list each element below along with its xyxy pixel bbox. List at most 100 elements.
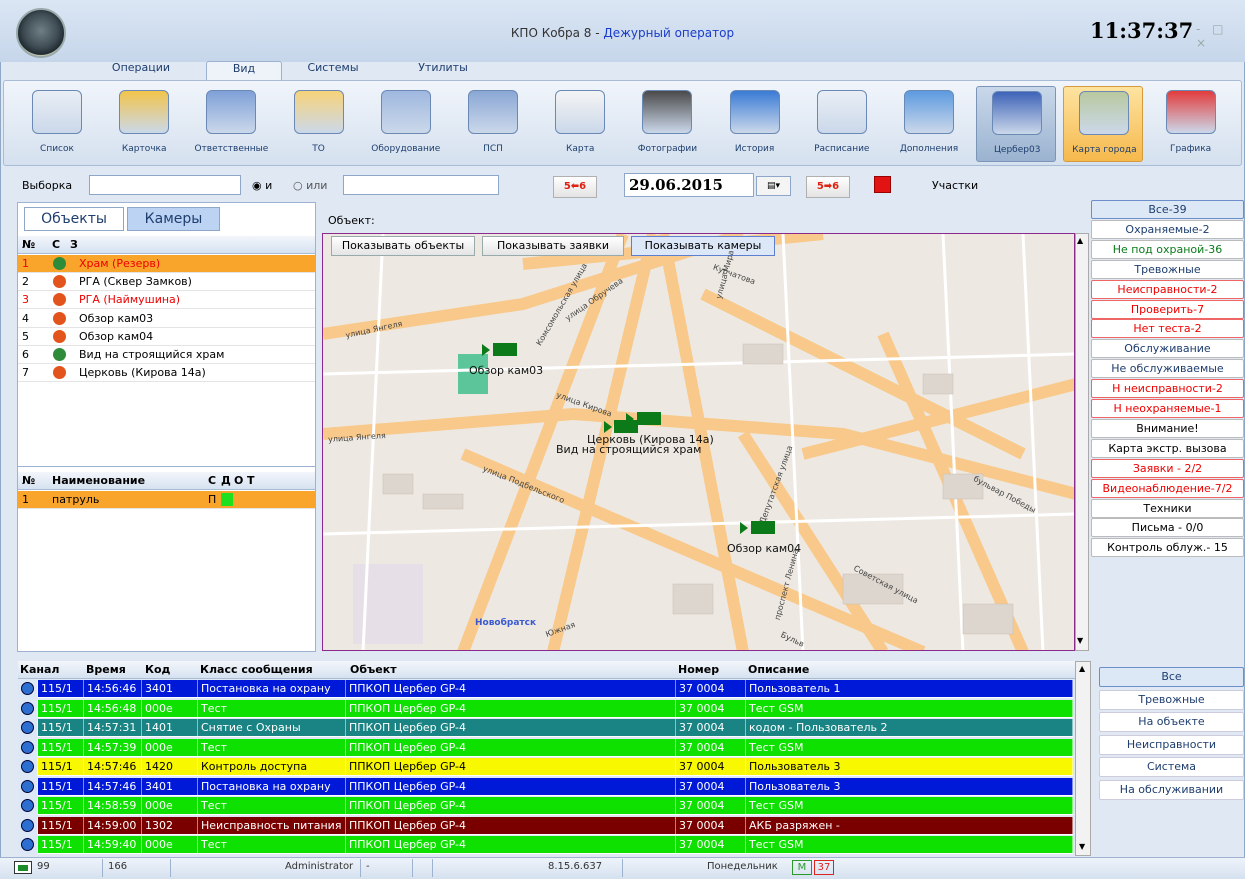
event-t: 14:58:59 [84,797,142,815]
date-field[interactable]: 29.06.2015 [624,173,754,197]
ribbon-button-11[interactable]: Цербер03 [976,86,1057,162]
ribbon-button-6[interactable]: Карта [540,86,620,162]
event-t: 14:59:00 [84,816,142,835]
shift-forward-button[interactable]: 5➡6 [806,176,850,198]
ribbon-button-13[interactable]: Графика [1151,86,1231,162]
filter-category[interactable]: Охраняемые-2 [1091,219,1244,239]
show-cameras-button[interactable]: Показывать камеры [631,236,775,256]
filter-category[interactable]: Н неисправности-2 [1091,379,1244,399]
ribbon-label: Карта [565,144,595,154]
map-scrollbar[interactable]: ▲ ▼ [1075,233,1089,651]
scroll-up-icon[interactable]: ▲ [1079,664,1085,673]
event-num: 37 0004 [676,719,746,737]
object-row[interactable]: 5 Обзор кам04 [18,328,315,346]
ribbon-button-3[interactable]: ТО [279,86,359,162]
event-filter-button[interactable]: Неисправности [1099,734,1244,755]
event-row[interactable]: 115/1 14:57:46 3401 Постановка на охрану ППК… [18,777,1073,796]
events-scrollbar[interactable]: ▲ ▼ [1075,661,1091,856]
scroll-down-icon[interactable]: ▼ [1077,636,1083,645]
show-requests-button[interactable]: Показывать заявки [482,236,624,256]
event-filter-button[interactable]: Все [1099,667,1244,687]
event-row[interactable]: 115/1 14:56:48 000e Тест ППКОП Цербер GP-4 37… [18,699,1073,718]
row-num: 7 [22,366,29,380]
ribbon-button-8[interactable]: История [715,86,795,162]
ribbon-button-5[interactable]: ПСП [453,86,533,162]
calendar-dropdown-icon[interactable]: ▤▾ [756,176,791,196]
tab-cameras[interactable]: Камеры [127,207,220,231]
scroll-down-icon[interactable]: ▼ [1079,842,1085,851]
camera-marker[interactable] [493,343,517,356]
event-filter-button[interactable]: Тревожные [1099,689,1244,710]
event-obj: ППКОП Цербер GP-4 [346,777,676,796]
ribbon-button-9[interactable]: Расписание [802,86,882,162]
filter-category[interactable]: Не под охраной-36 [1091,239,1244,259]
camera-marker[interactable] [751,521,775,534]
filter-category[interactable]: Внимание! [1091,418,1244,438]
window-controls[interactable]: - □ × [1196,22,1245,50]
ribbon-button-0[interactable]: Список [17,86,97,162]
event-filter-button[interactable]: Система [1099,757,1244,778]
camera-marker[interactable] [637,412,661,425]
event-code: 000e [142,836,198,854]
object-row[interactable]: 3 РГА (Наймушина) [18,291,315,310]
filter-input-2[interactable] [343,175,499,195]
object-row[interactable]: 1 Храм (Резерв) [18,255,315,273]
event-num: 37 0004 [676,777,746,796]
filter-category[interactable]: Н неохраняемые-1 [1091,399,1244,418]
filter-input[interactable] [89,175,241,195]
tab-utilities[interactable]: Утилиты [413,61,473,81]
event-filter-button[interactable]: На обслуживании [1099,780,1244,800]
object-row[interactable]: 2 РГА (Сквер Замков) [18,273,315,292]
radio-or[interactable]: ○ или [293,179,327,192]
row-name: Храм (Резерв) [79,257,161,270]
ribbon-button-10[interactable]: Дополнения [889,86,969,162]
patrol-row[interactable]: 1 патруль П [18,491,315,509]
event-row[interactable]: 115/1 14:59:40 000e Тест ППКОП Цербер GP-4 37… [18,836,1073,854]
ribbon-button-7[interactable]: Фотографии [627,86,707,162]
event-row[interactable]: 115/1 14:57:46 1420 Контроль доступа ППКОП Ц… [18,758,1073,776]
scroll-up-icon[interactable]: ▲ [1077,236,1083,245]
status-icon [53,293,66,307]
status-icon [53,348,66,361]
ribbon-button-12[interactable]: Карта города [1063,86,1144,162]
event-row[interactable]: 115/1 14:57:39 000e Тест ППКОП Цербер GP-4 37… [18,738,1073,757]
radio-and[interactable]: ◉ и [252,179,272,192]
ribbon-button-4[interactable]: Оборудование [366,86,446,162]
status-dash: - [366,861,370,872]
filter-category[interactable]: Неисправности-2 [1091,279,1244,299]
show-objects-button[interactable]: Показывать объекты [331,236,475,256]
ribbon-button-1[interactable]: Карточка [104,86,184,162]
event-desc: АКБ разряжен - [746,816,1073,835]
object-row[interactable]: 7 Церковь (Кирова 14а) [18,364,315,383]
object-row[interactable]: 6 Вид на строящийся храм [18,346,315,364]
tab-systems[interactable]: Системы [306,61,360,81]
status-icon [53,329,66,343]
filter-category[interactable]: Обслуживание [1091,339,1244,359]
ribbon-button-2[interactable]: Ответственные [191,86,271,162]
filter-category[interactable]: Проверить-7 [1091,299,1244,319]
tab-objects[interactable]: Объекты [24,207,124,231]
filter-category[interactable]: Карта экстр. вызова [1091,438,1244,458]
filter-category[interactable]: Тревожные [1091,259,1244,279]
event-filter-button[interactable]: На объекте [1099,712,1244,733]
ribbon-icon-3 [293,90,344,134]
filter-category[interactable]: Видеонаблюдение-7/2 [1091,478,1244,498]
event-row[interactable]: 115/1 14:59:00 1302 Неисправность питания ПП… [18,816,1073,835]
object-row[interactable]: 4 Обзор кам03 [18,310,315,328]
tab-view[interactable]: Вид [206,61,282,81]
event-row[interactable]: 115/1 14:58:59 000e Тест ППКОП Цербер GP-4 37… [18,797,1073,815]
shift-back-button[interactable]: 5⬅6 [553,176,597,198]
filter-category[interactable]: Техники [1091,498,1244,518]
splitter[interactable] [18,466,315,470]
filter-category[interactable]: Не обслуживаемые [1091,359,1244,379]
filter-category[interactable]: Нет теста-2 [1091,319,1244,339]
filter-category[interactable]: Письма - 0/0 [1091,518,1244,538]
filter-category[interactable]: Контроль облуж.- 15 [1091,538,1244,558]
filter-category[interactable]: Все-39 [1091,200,1244,219]
filter-category[interactable]: Заявки - 2/2 [1091,458,1244,478]
ribbon-label: Список [40,144,74,154]
tab-operations[interactable]: Операции [107,61,175,81]
event-row[interactable]: 115/1 14:57:31 1401 Снятие с Охраны ППКОП Це… [18,719,1073,737]
status-divider [622,859,623,877]
event-row[interactable]: 115/1 14:56:46 3401 Постановка на охрану ППК… [18,680,1073,698]
